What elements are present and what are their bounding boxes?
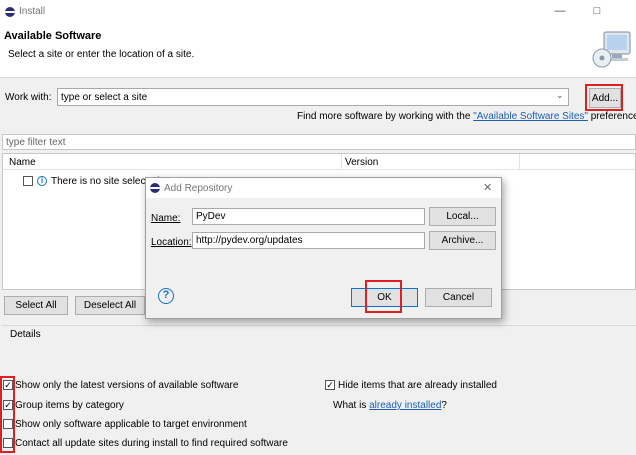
chevron-down-icon[interactable]: ⌄: [556, 90, 564, 101]
add-repository-dialog: Add Repository ✕ Name: PyDev Local... Lo…: [145, 177, 502, 319]
work-with-combo[interactable]: type or select a site ⌄: [57, 88, 569, 106]
help-icon[interactable]: ?: [158, 288, 174, 304]
column-divider: [519, 154, 520, 170]
dialog-titlebar: Add Repository ✕: [146, 178, 501, 198]
location-value: http://pydev.org/updates: [196, 235, 303, 246]
name-label: Name:: [151, 213, 181, 224]
eclipse-logo-icon: [150, 183, 160, 193]
what-is-text: What is already installed?: [333, 400, 447, 411]
ok-button-highlight: [365, 280, 402, 313]
column-divider: [341, 154, 342, 170]
checkbox-column-highlight: [0, 376, 15, 453]
eclipse-logo-icon: [5, 7, 15, 17]
row-checkbox[interactable]: [23, 176, 33, 186]
column-version-header[interactable]: Version: [345, 157, 378, 168]
target-env-label: Show only software applicable to target …: [15, 419, 247, 430]
page-title: Available Software: [4, 30, 102, 42]
details-group: Details: [2, 325, 636, 370]
name-input[interactable]: PyDev: [192, 208, 425, 225]
install-wizard-graphic-icon: [592, 31, 631, 68]
location-label: Location:: [151, 237, 192, 248]
close-icon[interactable]: ✕: [483, 181, 492, 194]
filter-placeholder: type filter text: [6, 137, 66, 148]
find-more-prefix: Find more software by working with the: [297, 111, 474, 122]
filter-input[interactable]: type filter text: [2, 134, 636, 150]
location-input[interactable]: http://pydev.org/updates: [192, 232, 425, 249]
already-installed-link[interactable]: already installed: [369, 400, 441, 411]
details-label: Details: [10, 329, 41, 340]
page-subtitle: Select a site or enter the location of a…: [8, 49, 195, 60]
add-button-highlight: [585, 84, 623, 111]
info-icon: i: [37, 176, 47, 186]
available-software-sites-link[interactable]: "Available Software Sites": [473, 111, 588, 122]
archive-button[interactable]: Archive...: [429, 231, 496, 250]
hide-installed-label: Hide items that are already installed: [338, 380, 497, 391]
minimize-icon[interactable]: —: [553, 4, 567, 18]
what-is-suffix: ?: [441, 400, 447, 411]
deselect-all-button[interactable]: Deselect All: [75, 296, 145, 315]
find-more-suffix: preferences: [590, 111, 636, 122]
select-all-button[interactable]: Select All: [4, 296, 68, 315]
work-with-label: Work with:: [5, 92, 52, 103]
window-titlebar: Install — □: [0, 0, 636, 24]
window-title: Install: [19, 6, 46, 17]
column-name-header[interactable]: Name: [9, 157, 36, 168]
cancel-button[interactable]: Cancel: [425, 288, 492, 307]
dialog-title: Add Repository: [164, 183, 233, 194]
latest-versions-label: Show only the latest versions of availab…: [15, 380, 239, 391]
maximize-icon[interactable]: □: [590, 4, 604, 18]
group-items-label: Group items by category: [15, 400, 124, 411]
table-header: Name Version: [3, 154, 635, 170]
contact-all-label: Contact all update sites during install …: [15, 438, 288, 449]
find-more-text: Find more software by working with the "…: [297, 111, 636, 122]
what-is-prefix: What is: [333, 400, 370, 411]
name-value: PyDev: [196, 211, 226, 222]
hide-installed-checkbox[interactable]: ✓: [325, 380, 335, 390]
work-with-value: type or select a site: [61, 92, 148, 103]
local-button[interactable]: Local...: [429, 207, 496, 226]
